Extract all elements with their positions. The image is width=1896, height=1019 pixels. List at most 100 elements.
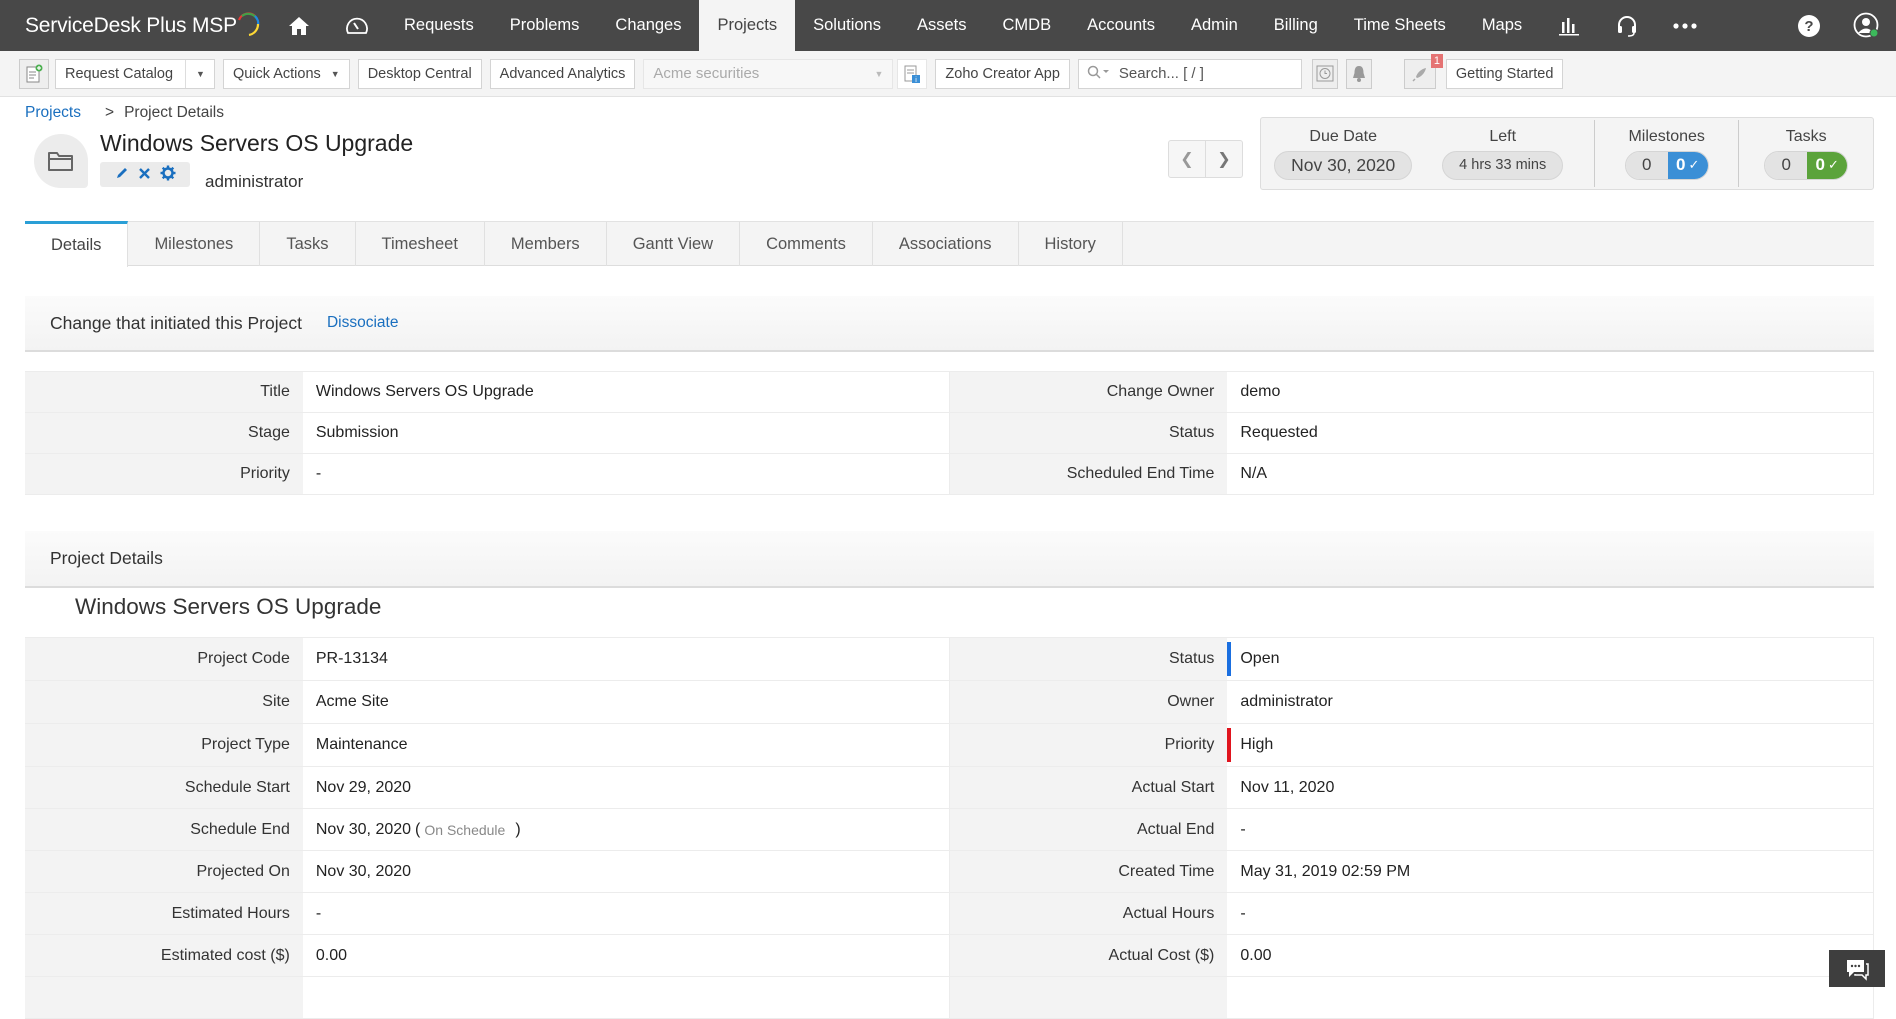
tab-associations[interactable]: Associations [873, 222, 1019, 266]
field-value: Requested [1227, 413, 1874, 453]
project-avatar [34, 134, 88, 188]
new-request-button[interactable] [19, 58, 49, 89]
user-profile-icon[interactable] [1838, 0, 1896, 51]
tab-comments[interactable]: Comments [740, 222, 873, 266]
check-icon: ✓ [1688, 157, 1700, 172]
table-row: Priority - Scheduled End Time N/A [25, 454, 1874, 495]
account-select[interactable]: Acme securities ▼ [643, 58, 894, 89]
help-icon[interactable]: ? [1780, 0, 1838, 51]
field-label: Project Type [25, 724, 303, 766]
status-color-bar [1227, 642, 1232, 676]
tasks-counter[interactable]: 0 0 ✓ [1764, 150, 1849, 180]
search-input[interactable]: Search... [ / ] [1077, 58, 1302, 89]
field-value [1227, 977, 1874, 1018]
project-section-title: Project Details [50, 548, 163, 568]
headset-icon[interactable] [1598, 0, 1656, 51]
record-pager: ❮ ❯ [1168, 140, 1243, 178]
tab-gantt-view[interactable]: Gantt View [607, 222, 741, 266]
dissociate-link[interactable]: Dissociate [327, 314, 399, 332]
nav-changes[interactable]: Changes [597, 0, 699, 51]
field-label: Site [25, 681, 303, 723]
change-section-title: Change that initiated this Project [50, 312, 302, 333]
field-value: Nov 30, 2020 [303, 851, 950, 892]
nav-problems[interactable]: Problems [492, 0, 598, 51]
milestones-open-count: 0 [1625, 151, 1668, 179]
more-icon[interactable] [1656, 0, 1714, 51]
field-label: Project Code [25, 638, 303, 680]
chevron-down-icon: ▼ [874, 68, 884, 79]
tab-timesheet[interactable]: Timesheet [356, 222, 485, 266]
field-value: 0.00 [303, 935, 950, 976]
getting-started-rocket-button[interactable]: 1 [1403, 53, 1443, 89]
project-name-heading: Windows Servers OS Upgrade [75, 594, 382, 619]
breadcrumb-projects-link[interactable]: Projects [25, 104, 81, 122]
brand-logo[interactable]: ServiceDesk Plus MSP [0, 0, 270, 51]
tab-members[interactable]: Members [485, 222, 607, 266]
tab-milestones[interactable]: Milestones [128, 222, 261, 266]
project-details-table: Project Code PR-13134 Status Open Site A… [25, 637, 1874, 1019]
reminders-button[interactable] [1311, 58, 1338, 89]
tab-details[interactable]: Details [25, 221, 129, 267]
table-row: Estimated cost ($) 0.00 Actual Cost ($) … [25, 935, 1874, 977]
account-info-button[interactable]: i [897, 58, 928, 89]
quick-actions-button[interactable]: Quick Actions ▼ [222, 58, 350, 89]
tab-history[interactable]: History [1019, 222, 1123, 266]
nav-time-sheets[interactable]: Time Sheets [1336, 0, 1464, 51]
project-section-header: Project Details [25, 531, 1874, 588]
field-value: Maintenance [303, 724, 950, 766]
due-date-stat: Due Date Nov 30, 2020 [1261, 118, 1425, 189]
rocket-icon [1412, 67, 1426, 82]
chevron-down-icon[interactable]: ▼ [185, 59, 205, 88]
project-owner: administrator [205, 172, 304, 191]
nav-projects[interactable]: Projects [699, 0, 796, 51]
field-label: Title [25, 372, 303, 412]
nav-requests[interactable]: Requests [386, 0, 492, 51]
dashboard-icon[interactable] [328, 0, 386, 51]
notifications-button[interactable] [1345, 58, 1372, 89]
tab-tasks[interactable]: Tasks [260, 222, 356, 266]
nav-admin[interactable]: Admin [1173, 0, 1256, 51]
gear-icon[interactable] [160, 165, 176, 184]
field-value: Nov 30, 2020 [315, 820, 412, 838]
chevron-down-icon: ▼ [330, 68, 340, 79]
chat-button[interactable] [1829, 950, 1885, 987]
reports-icon[interactable] [1540, 0, 1598, 51]
status-value: Open [1240, 650, 1280, 667]
field-label: Projected On [25, 851, 303, 892]
field-value: administrator [1227, 681, 1874, 723]
nav-solutions[interactable]: Solutions [795, 0, 899, 51]
detail-tabs: Details Milestones Tasks Timesheet Membe… [25, 221, 1874, 267]
field-label [949, 977, 1228, 1018]
project-stats: Due Date Nov 30, 2020 Left 4 hrs 33 mins… [1260, 117, 1874, 190]
nav-billing[interactable]: Billing [1256, 0, 1336, 51]
advanced-analytics-button[interactable]: Advanced Analytics [489, 58, 636, 89]
brand-arc-icon [237, 12, 260, 36]
field-label: Actual Hours [949, 893, 1228, 934]
nav-cmdb[interactable]: CMDB [985, 0, 1070, 51]
field-value: Windows Servers OS Upgrade [303, 372, 950, 412]
zoho-creator-button[interactable]: Zoho Creator App [935, 58, 1070, 89]
previous-button[interactable]: ❮ [1169, 141, 1205, 177]
schedule-end-field: Nov 30, 2020 (On Schedule) [303, 809, 950, 850]
milestones-counter[interactable]: 0 0 ✓ [1624, 150, 1709, 180]
close-icon[interactable] [138, 167, 151, 183]
due-date-value: Nov 30, 2020 [1274, 150, 1413, 180]
table-row: Project Type Maintenance Priority High [25, 724, 1874, 767]
field-value: Nov 11, 2020 [1227, 767, 1874, 808]
edit-icon[interactable] [115, 166, 129, 183]
field-value: Submission [303, 413, 950, 453]
next-button[interactable]: ❯ [1205, 141, 1242, 177]
new-request-icon [26, 64, 43, 82]
change-details-table: Title Windows Servers OS Upgrade Change … [25, 371, 1874, 495]
nav-assets[interactable]: Assets [899, 0, 985, 51]
nav-accounts[interactable]: Accounts [1069, 0, 1173, 51]
desktop-central-button[interactable]: Desktop Central [357, 58, 482, 89]
request-catalog-button[interactable]: Request Catalog ▼ [55, 58, 215, 89]
nav-maps[interactable]: Maps [1464, 0, 1540, 51]
priority-color-bar [1227, 728, 1232, 762]
table-row: Site Acme Site Owner administrator [25, 681, 1874, 724]
field-label: Estimated cost ($) [25, 935, 303, 976]
schedule-status-note: On Schedule [424, 821, 506, 838]
getting-started-button[interactable]: Getting Started [1445, 58, 1564, 89]
home-icon[interactable] [270, 0, 328, 51]
